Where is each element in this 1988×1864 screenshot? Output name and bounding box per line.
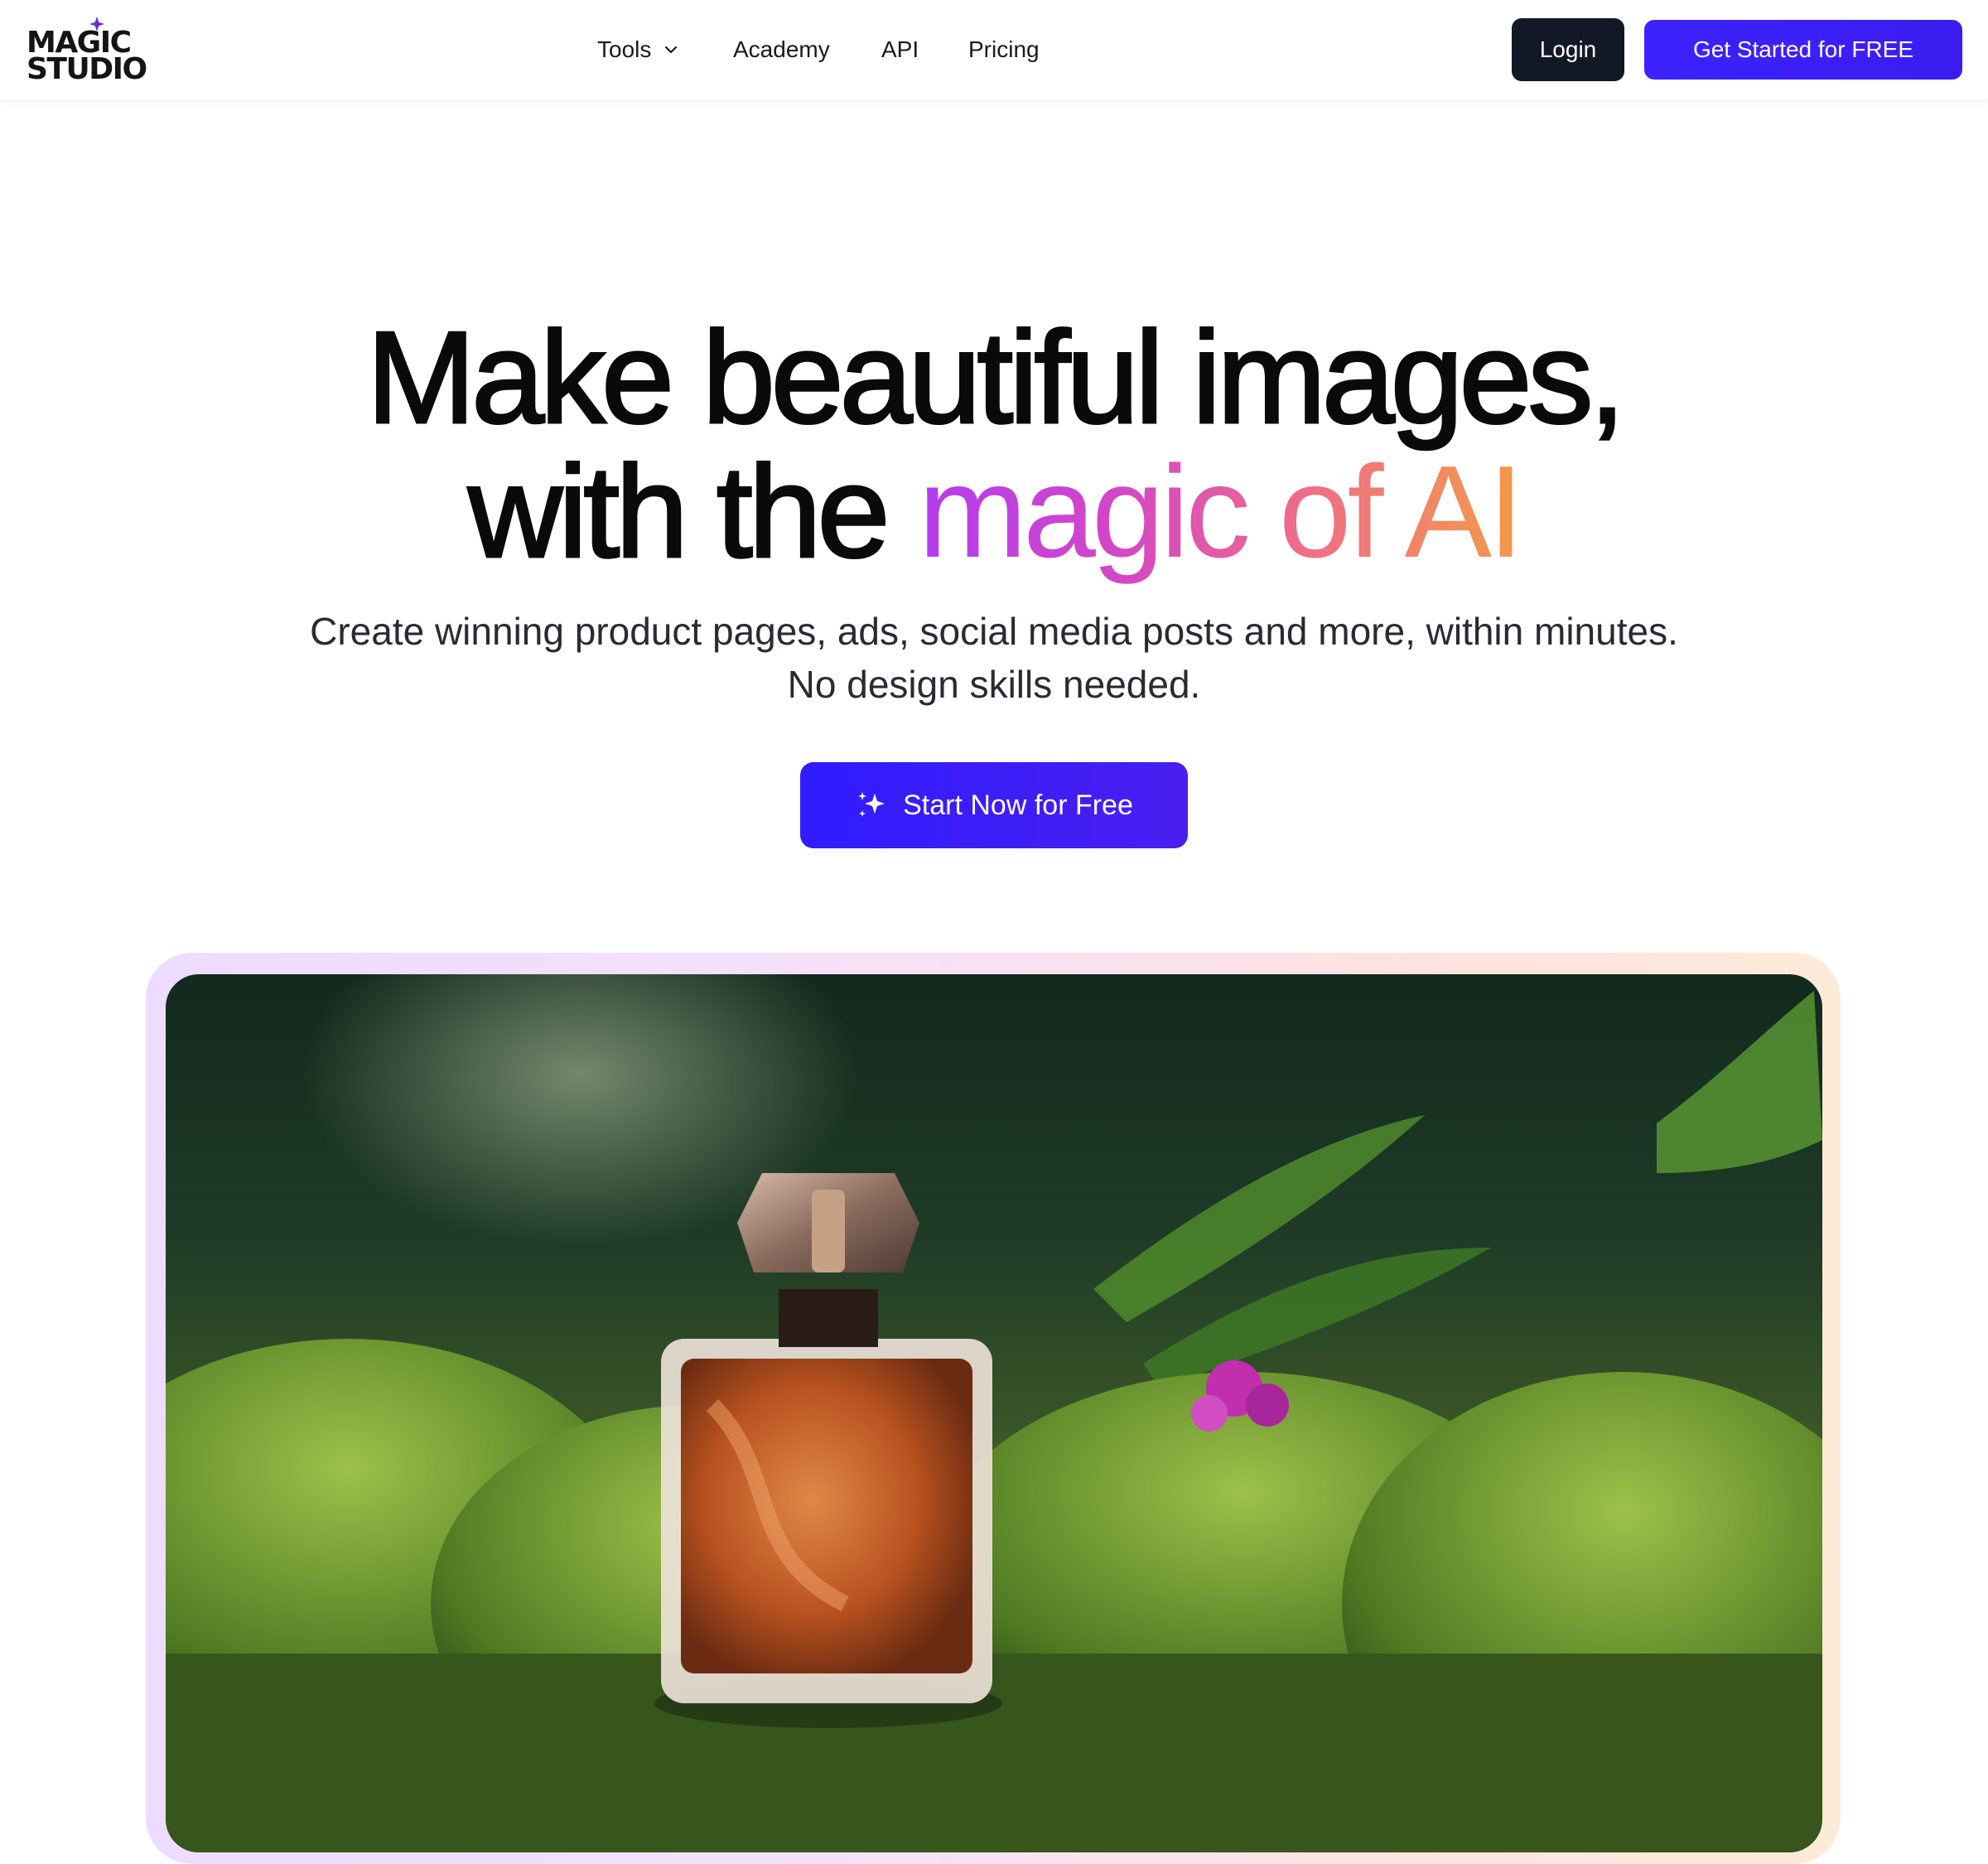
showcase-image [166, 974, 1822, 1852]
nav-tools-dropdown[interactable]: Tools [597, 35, 679, 65]
logo-text-line2: STUDIO [27, 52, 147, 86]
start-now-label: Start Now for Free [903, 789, 1133, 821]
start-now-button[interactable]: Start Now for Free [800, 762, 1188, 848]
chevron-down-icon [665, 46, 678, 54]
hero-subtitle-line1: Create winning product pages, ads, socia… [310, 610, 1678, 653]
nav-tools-label: Tools [597, 36, 652, 62]
hero-headline-line2: with the magic of AI [0, 443, 1988, 582]
sparkles-icon [858, 792, 885, 817]
get-started-button[interactable]: Get Started for FREE [1644, 20, 1962, 80]
hero-headline-plain: with the [466, 439, 891, 585]
top-nav-bar: MAGIC STUDIO Tools Academy API Pricing L… [0, 0, 1988, 99]
perfume-scene-illustration [166, 991, 1822, 1852]
hero-headline-gradient: magic of AI [918, 439, 1524, 585]
hero-headline-line1: Make beautiful images, [365, 305, 1627, 451]
hero-subtitle-line2: No design skills needed. [787, 663, 1201, 706]
nav-academy-link[interactable]: Academy [733, 35, 830, 65]
nav-api-link[interactable]: API [881, 35, 919, 65]
login-button[interactable]: Login [1512, 18, 1624, 81]
nav-pricing-link[interactable]: Pricing [968, 35, 1040, 65]
magic-studio-logo[interactable]: MAGIC STUDIO [27, 17, 147, 85]
